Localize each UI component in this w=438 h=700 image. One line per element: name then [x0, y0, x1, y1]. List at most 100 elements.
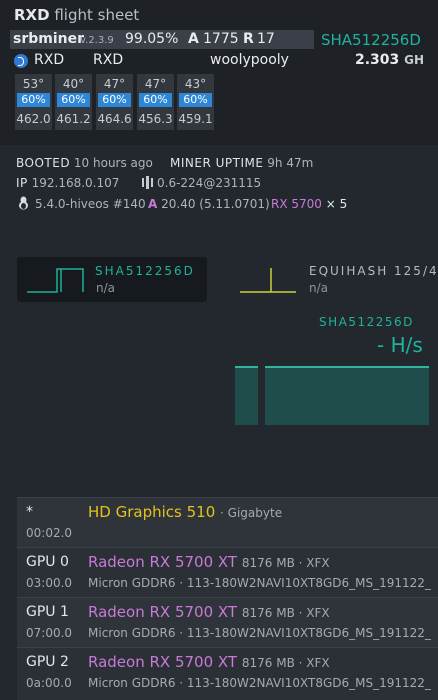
device-id: GPU 0	[26, 554, 69, 570]
hashrate-bar	[235, 366, 258, 425]
kernel-info: 5.4.0-hiveos #140	[35, 197, 146, 211]
gpu-model-info: RX 5700 × 5	[271, 197, 347, 211]
hashrate-bar-top	[235, 366, 258, 368]
linux-icon	[19, 196, 28, 210]
gpu-hashrate: 456.3	[138, 112, 173, 126]
miner-stats-bar[interactable]: srbminer v.2.3.9 99.05% A 1775 R 17	[10, 30, 314, 49]
device-model: Radeon RX 5700 XT	[88, 603, 238, 621]
device-vendor: · Gigabyte	[220, 506, 283, 520]
ip-label: IP	[16, 176, 28, 190]
wallet-coin: RXD	[34, 52, 65, 68]
amd-driver-info: A 20.40 (5.11.0701)	[148, 197, 270, 211]
gpu-temp: 53°	[22, 77, 45, 91]
device-name: Radeon RX 5700 XT 8176 MB · XFX	[88, 653, 330, 671]
gpu-fan: 60%	[57, 93, 90, 107]
device-name: Radeon RX 5700 XT 8176 MB · XFX	[88, 553, 330, 571]
algo-graph-card-sha[interactable]: SHA512256D n/a	[17, 257, 207, 302]
device-model: HD Graphics 510	[88, 503, 216, 521]
gpu-fan: 60%	[98, 93, 131, 107]
hive-version-value: 0.6-224@231115	[157, 176, 262, 190]
device-model: Radeon RX 5700 XT	[88, 553, 238, 571]
hive-version: 0.6-224@231115	[157, 176, 261, 190]
wallet-name: RXD	[93, 52, 124, 68]
accepted-label: A	[188, 31, 199, 47]
accepted-shares: 1775	[203, 31, 239, 47]
device-bus: 07:00.0	[26, 626, 73, 640]
sha-algo-status: n/a	[96, 281, 116, 295]
device-vendor: 8176 MB · XFX	[241, 656, 330, 670]
kernel-value: 5.4.0-hiveos #140	[35, 197, 146, 211]
rejected-shares: 17	[257, 31, 275, 47]
gpu-temp: 47°	[103, 77, 126, 91]
gpu-fan: 60%	[139, 93, 172, 107]
device-id: GPU 1	[26, 604, 69, 620]
gpu-temp: 43°	[184, 77, 207, 91]
equihash-spark-graph	[240, 268, 296, 293]
uptime-label: MINER UPTIME	[170, 156, 264, 170]
device-id: GPU 2	[26, 654, 69, 670]
hashrate-chart-algo: SHA512256D	[319, 315, 414, 329]
sha-algo-name: SHA512256D	[95, 264, 195, 278]
hashrate-bar	[265, 366, 429, 425]
radiant-coin-icon	[14, 54, 28, 68]
device-id: *	[26, 504, 33, 520]
device-memory: Micron GDDR6 · 113-180W2NAVI10XT8GD6_MS_…	[88, 626, 431, 640]
device-row-gpu0[interactable]: GPU 0 03:00.0 Radeon RX 5700 XT 8176 MB …	[17, 547, 438, 597]
flight-sheet-label: flight sheet	[54, 6, 140, 24]
uptime-value: 9h 47m	[267, 156, 314, 170]
rig-summary-panel: RXD flight sheet srbminer v.2.3.9 99.05%…	[0, 0, 438, 145]
gpu-fan: 60%	[17, 93, 50, 107]
hashrate-chart-value: - H/s	[377, 333, 423, 357]
pool-name: woolypooly	[210, 52, 289, 68]
booted-info: BOOTED 10 hours ago	[16, 156, 153, 170]
device-bus: 0a:00.0	[26, 676, 72, 690]
device-vendor: 8176 MB · XFX	[241, 606, 330, 620]
ip-info: IP 192.168.0.107	[16, 176, 119, 190]
gpu-card-0[interactable]: 53° 60% 462.0	[15, 74, 52, 130]
gpu-card-3[interactable]: 47° 60% 456.3	[137, 74, 174, 130]
device-row-gpu1[interactable]: GPU 1 07:00.0 Radeon RX 5700 XT 8176 MB …	[17, 597, 438, 647]
flight-sheet-coin: RXD	[14, 6, 50, 24]
hive-icon	[142, 176, 153, 189]
gpu-card-4[interactable]: 43° 60% 459.1	[177, 74, 214, 130]
flight-sheet-title[interactable]: RXD flight sheet	[14, 6, 139, 24]
total-hashrate-value: 2.303	[355, 52, 400, 68]
device-row-igpu[interactable]: * 00:02.0 HD Graphics 510 · Gigabyte	[17, 497, 438, 547]
miner-name: srbminer	[13, 31, 85, 47]
gpu-hashrate: 464.6	[97, 112, 132, 126]
uptime-info: MINER UPTIME 9h 47m	[170, 156, 313, 170]
gpu-temp: 40°	[62, 77, 85, 91]
equihash-algo-status: n/a	[309, 281, 329, 295]
device-model: Radeon RX 5700 XT	[88, 653, 238, 671]
device-row-gpu2[interactable]: GPU 2 0a:00.0 Radeon RX 5700 XT 8176 MB …	[17, 647, 438, 700]
gpu-model: RX 5700	[271, 197, 322, 211]
booted-value: 10 hours ago	[73, 156, 153, 170]
total-hashrate: 2.303 GH	[355, 52, 424, 68]
hashrate-bar-top	[265, 366, 429, 368]
device-vendor: 8176 MB · XFX	[241, 556, 330, 570]
amd-driver-value: 20.40 (5.11.0701)	[161, 197, 270, 211]
miner-algo: SHA512256D	[321, 31, 421, 49]
gpu-hashrate: 462.0	[16, 112, 51, 126]
gpu-hashrate: 461.2	[56, 112, 91, 126]
sha-spark-graph	[27, 268, 84, 293]
rejected-label: R	[243, 31, 254, 47]
total-hashrate-unit: GH	[404, 53, 425, 67]
gpu-fan: 60%	[179, 93, 212, 107]
booted-label: BOOTED	[16, 156, 71, 170]
equihash-algo-name: EQUIHASH 125/4	[309, 264, 438, 278]
gpu-card-2[interactable]: 47° 60% 464.6	[96, 74, 133, 130]
gpu-card-1[interactable]: 40° 60% 461.2	[55, 74, 92, 130]
ip-value: 192.168.0.107	[31, 176, 120, 190]
device-name: Radeon RX 5700 XT 8176 MB · XFX	[88, 603, 330, 621]
device-bus: 03:00.0	[26, 576, 73, 590]
miner-efficiency: 99.05%	[125, 31, 179, 47]
device-bus: 00:02.0	[26, 526, 73, 540]
device-memory: Micron GDDR6 · 113-180W2NAVI10XT8GD6_MS_…	[88, 576, 431, 590]
miner-version: v.2.3.9	[80, 35, 114, 46]
amd-label: A	[148, 197, 158, 211]
gpu-hashrate: 459.1	[178, 112, 213, 126]
device-name: HD Graphics 510 · Gigabyte	[88, 503, 282, 521]
gpu-temp: 47°	[144, 77, 167, 91]
device-memory: Micron GDDR6 · 113-180W2NAVI10XT8GD6_MS_…	[88, 676, 431, 690]
